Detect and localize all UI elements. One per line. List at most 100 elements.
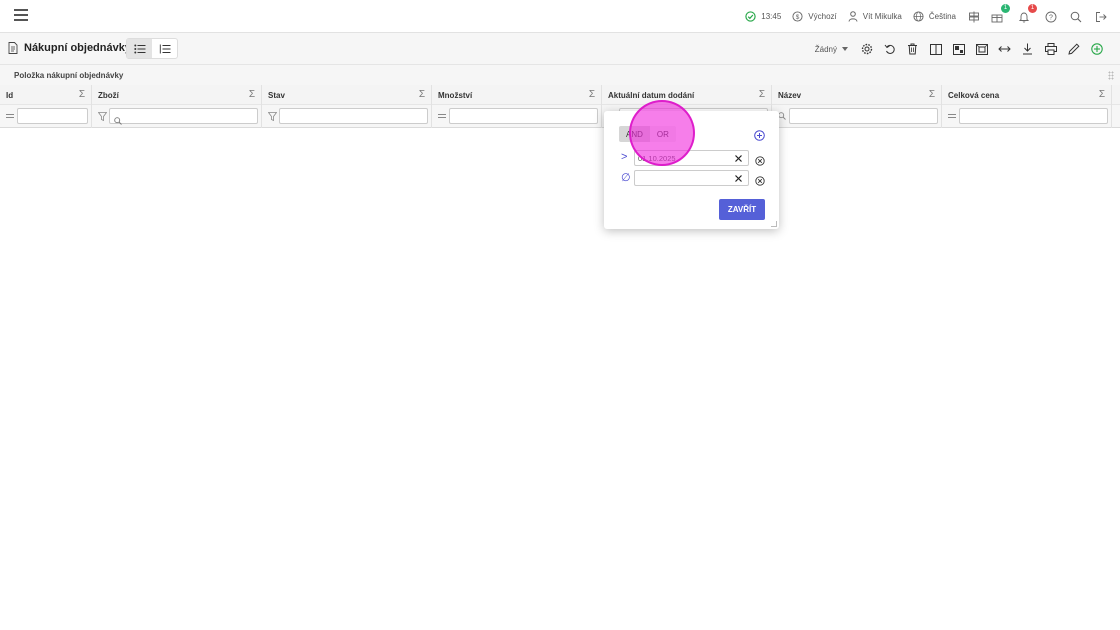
user-name: Vít Mikulka bbox=[862, 12, 902, 21]
globe-icon bbox=[913, 11, 924, 22]
user-icon bbox=[848, 11, 858, 22]
add-condition-icon[interactable] bbox=[754, 128, 765, 146]
column-label: Stav bbox=[268, 91, 285, 100]
edit-button[interactable] bbox=[1062, 39, 1085, 59]
time-label: 13:45 bbox=[761, 12, 782, 21]
dollar-circle-icon: $ bbox=[792, 11, 803, 22]
page-toolbar: Nákupní objednávky Žádný bbox=[0, 33, 1120, 65]
language-label: Čeština bbox=[928, 12, 956, 21]
language-switch[interactable]: Čeština bbox=[913, 11, 956, 22]
frame-button[interactable] bbox=[970, 39, 993, 59]
svg-text:$: $ bbox=[796, 14, 800, 21]
resize-handle-icon[interactable] bbox=[771, 221, 777, 227]
filter-cell-stav bbox=[262, 105, 432, 128]
column-header-zbozi[interactable]: Zboží Σ bbox=[92, 85, 262, 105]
filter-cell-id bbox=[0, 105, 92, 128]
filter-input-celkova-cena[interactable] bbox=[959, 108, 1108, 124]
column-header-id[interactable]: Id Σ bbox=[0, 85, 92, 105]
column-header-celkova-cena[interactable]: Celková cena Σ bbox=[942, 85, 1112, 105]
sum-icon[interactable]: Σ bbox=[79, 89, 85, 100]
undo-icon bbox=[884, 44, 895, 54]
gift-icon[interactable]: 1 bbox=[990, 3, 1010, 24]
layout-button[interactable] bbox=[947, 39, 970, 59]
clear-icon[interactable] bbox=[734, 154, 742, 162]
column-label: Název bbox=[778, 91, 802, 100]
remove-condition-icon[interactable] bbox=[755, 173, 765, 191]
remove-condition-icon[interactable] bbox=[755, 153, 765, 171]
close-button[interactable]: ZAVŘÍT bbox=[719, 199, 765, 220]
view-select[interactable]: Žádný bbox=[815, 45, 848, 54]
clear-icon[interactable] bbox=[734, 174, 742, 182]
print-icon bbox=[1044, 43, 1057, 55]
frame-icon bbox=[975, 43, 988, 55]
column-header-stav[interactable]: Stav Σ bbox=[262, 85, 432, 105]
numbered-list-button[interactable] bbox=[152, 39, 177, 58]
drag-handle-icon[interactable] bbox=[1108, 71, 1114, 80]
filter-input-zbozi[interactable] bbox=[109, 108, 258, 125]
columns-button[interactable] bbox=[924, 39, 947, 59]
sum-icon[interactable]: Σ bbox=[929, 89, 935, 100]
column-header-mnozstvi[interactable]: Množství Σ bbox=[432, 85, 602, 105]
trash-icon bbox=[908, 43, 917, 55]
column-label: Id bbox=[6, 91, 14, 100]
sum-icon[interactable]: Σ bbox=[419, 89, 425, 100]
delete-button[interactable] bbox=[901, 39, 924, 59]
expand-width-button[interactable] bbox=[993, 39, 1016, 59]
menu-icon[interactable] bbox=[14, 9, 28, 23]
filter-input-id[interactable] bbox=[17, 108, 88, 124]
bell-icon[interactable]: 1 bbox=[1017, 3, 1037, 24]
list-view-button[interactable] bbox=[127, 39, 152, 58]
filter-popup: AND OR > 01.10.2025 ∅ ZAVŘÍT bbox=[604, 111, 779, 229]
view-select-value: Žádný bbox=[814, 44, 837, 54]
filter-input-stav[interactable] bbox=[279, 108, 428, 124]
signpost-icon[interactable] bbox=[967, 10, 981, 24]
numbered-list-icon bbox=[159, 44, 170, 53]
column-label: Množství bbox=[438, 91, 473, 100]
condition-value-input[interactable] bbox=[634, 170, 749, 186]
search-icon bbox=[114, 112, 122, 130]
column-label: Zboží bbox=[98, 91, 119, 100]
equals-icon[interactable] bbox=[437, 111, 447, 121]
sum-icon[interactable]: Σ bbox=[589, 89, 595, 100]
greater-than-operator[interactable]: > bbox=[621, 151, 627, 163]
and-button[interactable]: AND bbox=[619, 126, 650, 142]
filter-cell-zbozi bbox=[92, 105, 262, 128]
sum-icon[interactable]: Σ bbox=[249, 89, 255, 100]
print-button[interactable] bbox=[1039, 39, 1062, 59]
settings-button[interactable] bbox=[855, 39, 878, 59]
logic-toggle: AND OR bbox=[619, 126, 676, 142]
condition-row: ∅ bbox=[619, 170, 767, 186]
column-label: Celková cena bbox=[948, 91, 1000, 100]
filter-icon[interactable] bbox=[267, 111, 277, 121]
equals-icon[interactable] bbox=[947, 111, 957, 121]
condition-value-input[interactable]: 01.10.2025 bbox=[634, 150, 749, 166]
or-button[interactable]: OR bbox=[649, 126, 676, 142]
add-button[interactable] bbox=[1085, 39, 1108, 59]
help-icon[interactable]: ? bbox=[1044, 10, 1058, 24]
sum-icon[interactable]: Σ bbox=[759, 89, 765, 100]
filter-input-mnozstvi[interactable] bbox=[449, 108, 598, 124]
time-status[interactable]: 13:45 bbox=[745, 11, 781, 22]
search-icon[interactable] bbox=[1069, 10, 1083, 24]
add-icon bbox=[1090, 43, 1103, 55]
column-header-nazev[interactable]: Název Σ bbox=[772, 85, 942, 105]
user-menu[interactable]: Vít Mikulka bbox=[848, 11, 902, 22]
view-toggle bbox=[126, 38, 178, 59]
equals-icon[interactable] bbox=[5, 111, 15, 121]
logout-icon[interactable] bbox=[1094, 10, 1108, 24]
layout-icon bbox=[952, 43, 965, 55]
profile-switch[interactable]: $ Výchozí bbox=[792, 11, 837, 22]
download-button[interactable] bbox=[1016, 39, 1039, 59]
filter-cell-celkova-cena bbox=[942, 105, 1112, 128]
condition-row: > 01.10.2025 bbox=[619, 150, 767, 166]
filter-icon[interactable] bbox=[97, 111, 107, 121]
filter-input-nazev[interactable] bbox=[789, 108, 938, 124]
column-header-aktualni-datum-dodani[interactable]: Aktuální datum dodání Σ bbox=[602, 85, 772, 105]
top-bar: 13:45 $ Výchozí Vít Mikulka Čeština 1 1 … bbox=[0, 0, 1120, 33]
gift-badge: 1 bbox=[1001, 3, 1010, 13]
undo-button[interactable] bbox=[878, 39, 901, 59]
sum-icon[interactable]: Σ bbox=[1099, 89, 1105, 100]
download-icon bbox=[1023, 43, 1032, 55]
filter-cell-mnozstvi bbox=[432, 105, 602, 128]
empty-set-operator[interactable]: ∅ bbox=[621, 171, 631, 184]
